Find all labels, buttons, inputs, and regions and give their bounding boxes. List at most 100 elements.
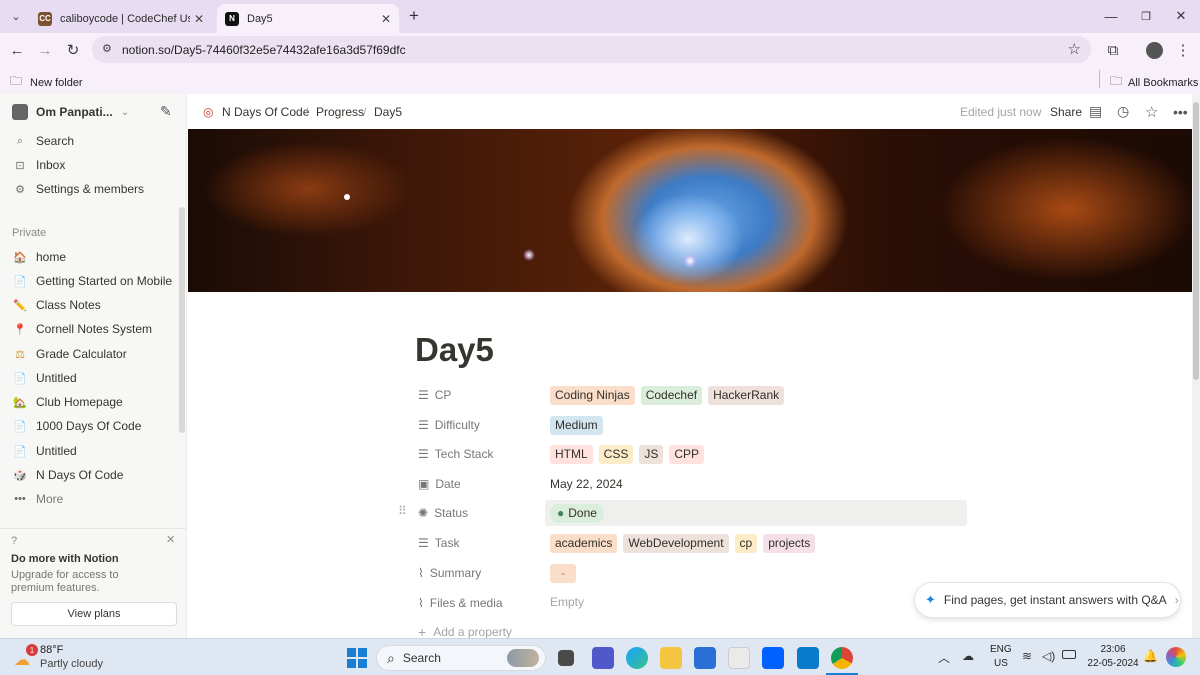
comment-icon[interactable]: ▤ <box>1089 103 1102 120</box>
property-status[interactable]: ✺ Status <box>418 502 468 524</box>
property-task[interactable]: ☰ Task <box>418 532 459 554</box>
minimize-icon[interactable]: — <box>1101 6 1121 26</box>
qa-prompt-button[interactable]: ✦ Find pages, get instant answers with Q… <box>914 582 1181 618</box>
history-icon[interactable]: ◷ <box>1117 103 1129 120</box>
property-summary[interactable]: ⌇ Summary <box>418 562 481 584</box>
start-button[interactable] <box>347 648 367 668</box>
property-value-difficulty[interactable]: Medium <box>550 414 609 436</box>
new-page-icon[interactable]: ✎ <box>160 103 172 120</box>
onedrive-icon[interactable]: ☁ <box>962 649 974 663</box>
sidebar-item-label: More <box>36 492 64 506</box>
property-value-task[interactable]: academics WebDevelopment cp projects <box>550 532 821 554</box>
site-info-icon[interactable]: ⚙ <box>102 42 112 55</box>
clock-time[interactable]: 23:06 <box>1087 644 1139 655</box>
chrome-icon[interactable] <box>831 647 853 669</box>
taskbar-search[interactable]: ⌕ Search <box>376 645 546 671</box>
sidebar-page-n-days[interactable]: 🎲 N Days Of Code <box>12 464 180 486</box>
vscode-icon[interactable] <box>797 647 819 669</box>
property-value-cp[interactable]: Coding Ninjas Codechef HackerRank <box>550 384 790 406</box>
weather-temp[interactable]: 88°F <box>40 644 63 656</box>
weather-desc[interactable]: Partly cloudy <box>40 658 103 670</box>
sidebar-item-settings[interactable]: ⚙ Settings & members <box>12 178 180 200</box>
property-files[interactable]: ⌇ Files & media <box>418 592 503 614</box>
file-explorer-icon[interactable] <box>660 647 682 669</box>
task-view-icon[interactable] <box>558 650 574 666</box>
property-value-date[interactable]: May 22, 2024 <box>550 473 623 495</box>
sidebar-page-class-notes[interactable]: ✏️ Class Notes <box>12 294 180 316</box>
property-value-files[interactable]: Empty <box>550 591 584 613</box>
clock-date[interactable]: 22-05-2024 <box>1087 658 1139 669</box>
battery-icon[interactable] <box>1062 650 1076 659</box>
close-icon[interactable]: ✕ <box>166 533 175 546</box>
more-options-icon[interactable]: ••• <box>1173 104 1188 120</box>
sidebar-page-cornell-notes[interactable]: 📍 Cornell Notes System <box>12 318 180 340</box>
lang-primary[interactable]: ENG <box>990 644 1012 655</box>
close-tab-icon[interactable]: ✕ <box>381 12 391 26</box>
sidebar-page-untitled[interactable]: 📄 Untitled <box>12 367 180 389</box>
edge-icon[interactable] <box>626 647 648 669</box>
teams-icon[interactable] <box>592 647 614 669</box>
sidebar-page-home[interactable]: 🏠 home <box>12 246 180 268</box>
sidebar-page-1000-days[interactable]: 📄 1000 Days Of Code <box>12 415 180 437</box>
lang-secondary[interactable]: US <box>994 658 1008 669</box>
breadcrumb-item[interactable]: N Days Of Code <box>222 105 309 119</box>
breadcrumb-item[interactable]: Day5 <box>374 105 402 119</box>
tab-day5[interactable]: N Day5 ✕ <box>217 4 399 33</box>
tab-codechef[interactable]: CC caliboycode | CodeChef User Pr ✕ <box>30 4 212 33</box>
property-value-status[interactable]: ● Done <box>550 502 610 524</box>
sidebar-item-search[interactable]: ⌕ Search <box>12 130 180 152</box>
notion-page: ◎ N Days Of Code / Progress / Day5 Edite… <box>188 94 1200 638</box>
all-bookmarks[interactable]: 🗀 All Bookmarks <box>1110 72 1198 93</box>
sidebar-page-grade-calculator[interactable]: ⚖ Grade Calculator <box>12 343 180 365</box>
tab-search-icon[interactable]: ⌄ <box>5 5 27 27</box>
extensions-icon[interactable]: ⧉ <box>1102 39 1124 61</box>
reload-icon[interactable]: ↻ <box>62 39 84 61</box>
sidebar-more[interactable]: ••• More <box>12 488 180 510</box>
view-plans-button[interactable]: View plans <box>11 602 177 626</box>
new-tab-icon[interactable]: + <box>404 6 424 26</box>
bookmark-star-icon[interactable]: ☆ <box>1068 40 1081 58</box>
back-icon[interactable]: ← <box>6 39 28 61</box>
property-value-summary[interactable]: - <box>550 562 582 584</box>
sidebar-item-inbox[interactable]: ⊡ Inbox <box>12 154 180 176</box>
forward-icon[interactable]: → <box>34 39 56 61</box>
maximize-icon[interactable]: ❐ <box>1136 6 1156 26</box>
property-date[interactable]: ▣ Date <box>418 473 461 495</box>
workspace-switcher[interactable]: Om Panpati... ⌄ <box>12 101 180 123</box>
sidebar-scrollbar[interactable] <box>179 207 185 433</box>
profile-avatar[interactable] <box>1143 39 1165 61</box>
close-tab-icon[interactable]: ✕ <box>194 12 204 26</box>
property-cp[interactable]: ☰ CP <box>418 384 451 406</box>
store-icon[interactable] <box>694 647 716 669</box>
add-property-button[interactable]: + Add a property <box>418 621 512 638</box>
tag: academics <box>550 533 618 553</box>
property-value-tech-stack[interactable]: HTML CSS JS CPP <box>550 443 710 465</box>
browser-menu-icon[interactable]: ⋮ <box>1172 39 1194 61</box>
favorite-star-icon[interactable]: ☆ <box>1145 103 1158 121</box>
sidebar-page-club-homepage[interactable]: 🏡 Club Homepage <box>12 391 180 413</box>
bookmark-folder[interactable]: 🗀 New folder <box>10 72 83 93</box>
cover-image[interactable] <box>188 129 1192 292</box>
notification-bell-icon[interactable]: 🔔 <box>1143 649 1158 663</box>
address-bar[interactable]: ⚙ notion.so/Day5-74460f32e5e74432afe16a3… <box>92 36 1091 63</box>
page-title[interactable]: Day5 <box>415 331 494 369</box>
property-difficulty[interactable]: ☰ Difficulty <box>418 414 480 436</box>
close-window-icon[interactable]: ✕ <box>1171 6 1191 26</box>
wifi-icon[interactable]: ≋ <box>1022 649 1032 663</box>
copilot-icon[interactable] <box>1166 647 1186 667</box>
drag-handle-icon[interactable]: ⠿ <box>398 504 407 518</box>
sidebar-page-untitled-2[interactable]: 📄 Untitled <box>12 440 180 462</box>
list-icon: ☰ <box>418 536 429 550</box>
amazon-icon[interactable] <box>728 647 750 669</box>
volume-icon[interactable]: ◁) <box>1042 649 1055 663</box>
tray-chevron-up-icon[interactable]: ︿ <box>938 649 950 666</box>
property-tech-stack[interactable]: ☰ Tech Stack <box>418 443 493 465</box>
sidebar-item-label: Untitled <box>36 444 77 458</box>
share-button[interactable]: Share <box>1050 105 1082 119</box>
weather-icon[interactable]: ☁ 1 <box>12 644 38 669</box>
dropbox-icon[interactable] <box>762 647 784 669</box>
page-scrollbar-thumb[interactable] <box>1193 102 1199 380</box>
help-icon[interactable]: ? <box>11 535 17 547</box>
sidebar-page-getting-started[interactable]: 📄 Getting Started on Mobile <box>12 270 180 292</box>
breadcrumb-item[interactable]: Progress <box>316 105 364 119</box>
